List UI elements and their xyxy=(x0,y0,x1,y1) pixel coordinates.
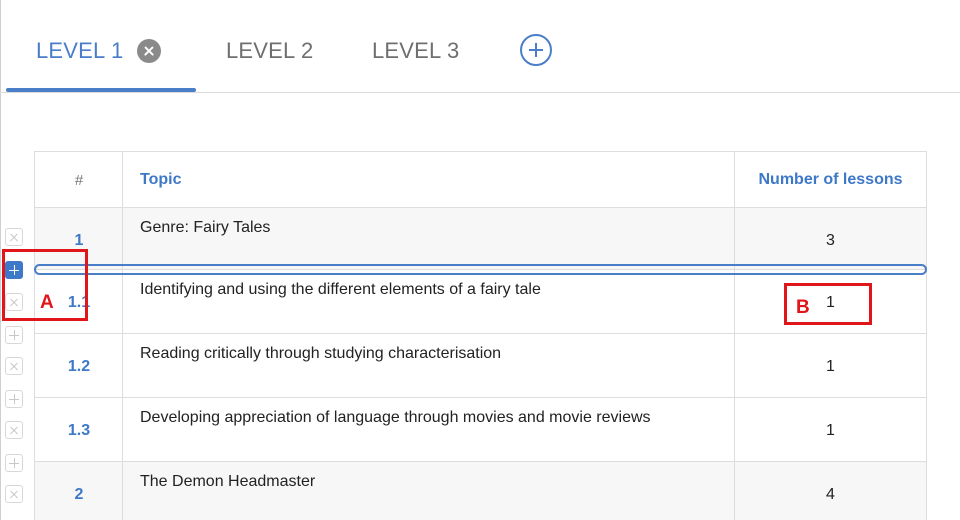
row-topic[interactable]: Identifying and using the different elem… xyxy=(140,281,541,299)
tabs-divider xyxy=(0,92,960,93)
tab-label: LEVEL 3 xyxy=(372,38,460,63)
row-number[interactable]: 1.3 xyxy=(35,422,123,440)
row-lessons[interactable]: 4 xyxy=(735,486,926,504)
remove-icon[interactable] xyxy=(5,421,23,439)
table-header: # Topic Number of lessons xyxy=(35,152,926,208)
annotation-box-a: A xyxy=(2,249,88,321)
plus-icon[interactable] xyxy=(5,454,23,472)
row-number[interactable]: 1.2 xyxy=(35,358,123,376)
row-topic[interactable]: Developing appreciation of language thro… xyxy=(140,409,651,427)
plus-icon[interactable] xyxy=(5,390,23,408)
table-row[interactable]: 1.3 Developing appreciation of language … xyxy=(35,398,926,462)
tab-level-3[interactable]: LEVEL 3 xyxy=(372,36,459,66)
close-icon[interactable] xyxy=(137,39,162,63)
remove-icon[interactable] xyxy=(5,228,23,246)
table-row[interactable]: 2 The Demon Headmaster 4 xyxy=(35,462,926,520)
insert-position-indicator xyxy=(34,264,927,275)
header-topic[interactable]: Topic xyxy=(140,171,181,189)
table-row[interactable]: 1.2 Reading critically through studying … xyxy=(35,334,926,398)
header-number: # xyxy=(74,172,84,189)
annotation-label-b: B xyxy=(796,297,810,318)
tab-label: LEVEL 2 xyxy=(226,38,314,63)
row-topic[interactable]: Genre: Fairy Tales xyxy=(140,219,270,237)
row-lessons[interactable]: 1 xyxy=(735,358,926,376)
topics-table: # Topic Number of lessons 1 Genre: Fairy… xyxy=(34,151,927,520)
row-number[interactable]: 2 xyxy=(35,486,123,504)
remove-icon[interactable] xyxy=(5,357,23,375)
row-number[interactable]: 1 xyxy=(35,232,123,250)
level-tabs: LEVEL 1 LEVEL 2 LEVEL 3 xyxy=(0,0,960,93)
annotation-label-a: A xyxy=(40,292,54,313)
row-topic[interactable]: Reading critically through studying char… xyxy=(140,345,501,363)
row-topic[interactable]: The Demon Headmaster xyxy=(140,473,315,491)
tab-label: LEVEL 1 xyxy=(36,38,124,63)
annotation-box-b: B xyxy=(784,283,872,325)
plus-icon[interactable] xyxy=(5,326,23,344)
tab-level-2[interactable]: LEVEL 2 xyxy=(226,36,313,66)
tab-level-1[interactable]: LEVEL 1 xyxy=(36,36,162,66)
remove-icon[interactable] xyxy=(5,485,23,503)
header-lessons[interactable]: Number of lessons xyxy=(735,171,926,189)
row-lessons[interactable]: 1 xyxy=(735,422,926,440)
row-lessons[interactable]: 3 xyxy=(735,232,926,250)
add-icon[interactable] xyxy=(520,34,552,66)
table-row[interactable]: 1 Genre: Fairy Tales 3 xyxy=(35,208,926,270)
